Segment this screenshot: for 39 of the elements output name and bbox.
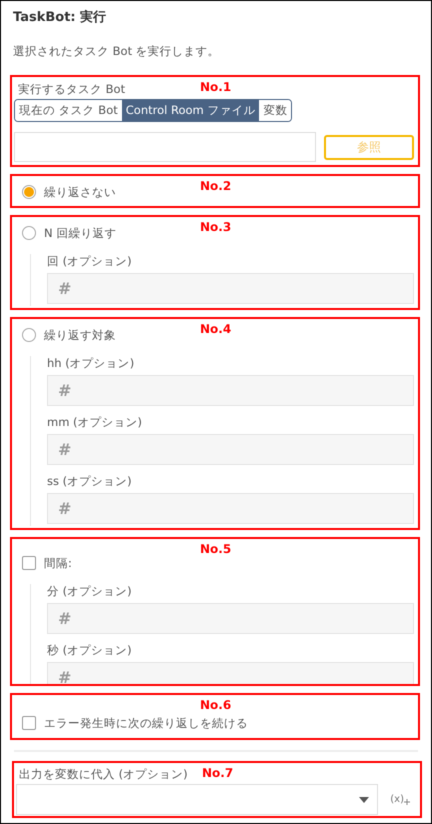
field-label: hh (オプション): [47, 356, 136, 371]
field-label: 実行するタスク Bot: [18, 82, 126, 97]
number-field[interactable]: #: [47, 493, 414, 524]
annotation-label: No.7: [202, 766, 234, 780]
field-label: 秒 (オプション): [47, 643, 133, 658]
number-field[interactable]: #: [47, 273, 414, 304]
number-field[interactable]: #: [47, 603, 414, 634]
dropdown-caret-icon: [359, 796, 370, 802]
radio-label: N 回繰り返す: [44, 226, 116, 240]
checkbox-label: 間隔:: [44, 556, 72, 570]
field-label: ss (オプション): [47, 474, 133, 489]
number-field[interactable]: #: [47, 375, 414, 406]
field-label: mm (オプション): [47, 415, 144, 430]
checkbox[interactable]: [22, 716, 36, 730]
checkbox[interactable]: [22, 556, 36, 570]
annotation-label: No.2: [200, 179, 232, 193]
radio-label: 繰り返す対象: [44, 328, 116, 342]
insert-variable-button[interactable]: (x): [384, 794, 416, 805]
radio-button[interactable]: [22, 185, 36, 199]
checkbox-label: エラー発生時に次の繰り返しを続ける: [44, 716, 248, 730]
annotation-label: No.6: [200, 698, 232, 712]
radio-label: 繰り返さない: [44, 184, 116, 200]
field-label: 回 (オプション): [47, 254, 133, 269]
annotation-label: No.5: [200, 542, 232, 556]
annotation-label: No.4: [200, 322, 232, 336]
panel-description: 選択されたタスク Bot を実行します。: [13, 44, 221, 59]
source-tab[interactable]: Control Room ファイル: [122, 100, 260, 121]
field-label: 分 (オプション): [47, 584, 133, 599]
file-field[interactable]: [14, 132, 316, 162]
number-field[interactable]: #: [47, 662, 414, 684]
annotation-label: No.3: [200, 220, 232, 234]
panel-title: TaskBot: 実行: [13, 8, 108, 26]
field-label: 出力を変数に代入 (オプション): [19, 767, 188, 782]
radio-button[interactable]: [22, 226, 36, 240]
variable-dropdown[interactable]: [16, 784, 378, 815]
number-field[interactable]: #: [47, 434, 414, 465]
annotation-label: No.1: [200, 80, 232, 94]
plus-icon: [404, 799, 410, 805]
radio-button[interactable]: [22, 328, 36, 342]
